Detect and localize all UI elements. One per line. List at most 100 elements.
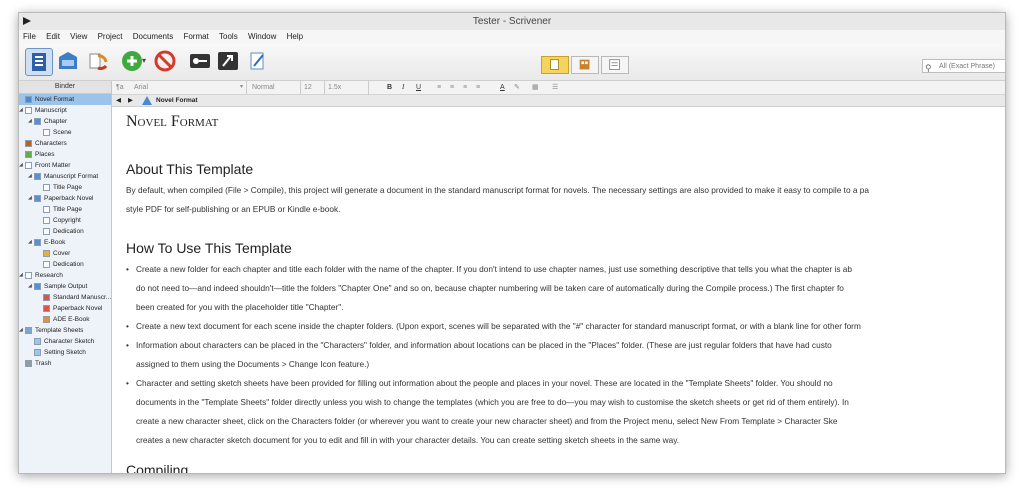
quick-reference-button[interactable] bbox=[245, 48, 271, 74]
expand-triangle-icon[interactable]: ◢ bbox=[19, 325, 23, 336]
forward-arrow-icon[interactable]: ▶ bbox=[128, 95, 133, 106]
add-button[interactable] bbox=[119, 48, 142, 74]
binder-item[interactable]: ◢ Manuscript Format bbox=[19, 171, 111, 182]
binder-item[interactable]: Standard Manuscr... bbox=[19, 292, 111, 303]
binder-item[interactable]: ◢ Research bbox=[19, 270, 111, 281]
menu-file[interactable]: File bbox=[19, 30, 40, 44]
align-center-icon[interactable]: ≡ bbox=[450, 81, 454, 94]
style-selector[interactable]: ¶a bbox=[116, 81, 124, 94]
underline-button[interactable]: U bbox=[416, 81, 421, 94]
binder-item[interactable]: Places bbox=[19, 149, 111, 160]
binder-item[interactable]: Character Sketch bbox=[19, 336, 111, 347]
align-right-icon[interactable]: ≡ bbox=[463, 81, 467, 94]
binder-item[interactable]: ◢ E-Book bbox=[19, 237, 111, 248]
binder-item[interactable]: Trash bbox=[19, 358, 111, 369]
bullet-item: Character and setting sketch sheets have… bbox=[126, 374, 1001, 450]
binder-item-label: E-Book bbox=[44, 239, 66, 246]
text-editor[interactable]: Novel Format About This Template By defa… bbox=[112, 107, 1005, 473]
about-line: style PDF for self-publishing or an EPUB… bbox=[126, 204, 341, 214]
binder-item[interactable]: Copyright bbox=[19, 215, 111, 226]
binder-item[interactable]: ◢ Chapter bbox=[19, 116, 111, 127]
line-spacing-selector[interactable]: 1.5x bbox=[328, 81, 369, 94]
list-icon[interactable]: ☰ bbox=[552, 81, 558, 94]
folder-icon bbox=[34, 283, 41, 290]
scrivener-app-icon[interactable] bbox=[22, 16, 32, 26]
menu-documents[interactable]: Documents bbox=[129, 30, 177, 44]
expand-triangle-icon[interactable]: ◢ bbox=[19, 160, 23, 171]
italic-button[interactable]: I bbox=[402, 81, 404, 94]
binder-item-label: Places bbox=[35, 151, 55, 158]
bullet-line: assigned to them using the Documents > C… bbox=[136, 359, 370, 369]
menu-project[interactable]: Project bbox=[94, 30, 127, 44]
highlight-icon[interactable]: ✎ bbox=[514, 81, 520, 94]
align-left-icon[interactable]: ≡ bbox=[437, 81, 441, 94]
search-placeholder: All (Exact Phrase) bbox=[939, 63, 996, 70]
corkboard-view-button[interactable] bbox=[571, 56, 599, 74]
add-dropdown-chevron-icon[interactable]: ▾ bbox=[142, 48, 150, 74]
font-weight-selector[interactable]: Normal bbox=[252, 81, 301, 94]
expand-triangle-icon[interactable]: ◢ bbox=[19, 270, 23, 281]
title-bar: Tester - Scrivener bbox=[19, 13, 1005, 31]
menu-view[interactable]: View bbox=[66, 30, 91, 44]
binder-item-label: Paperback Novel bbox=[53, 305, 103, 312]
bullet-item: Create a new folder for each chapter and… bbox=[126, 260, 1001, 317]
search-input[interactable]: ⚲ All (Exact Phrase) bbox=[922, 59, 1005, 75]
format-bar: ¶a Arial ▾ Normal 12 1.5x B I U ≡ ≡ ≡ ≡ … bbox=[112, 81, 1005, 95]
expand-triangle-icon[interactable]: ◢ bbox=[28, 281, 32, 292]
binder-item[interactable]: Title Page bbox=[19, 204, 111, 215]
outliner-view-button[interactable] bbox=[601, 56, 629, 74]
binder-item[interactable]: Dedication bbox=[19, 226, 111, 237]
expand-triangle-icon[interactable]: ◢ bbox=[19, 105, 23, 116]
binder-item[interactable]: ◢ Sample Output bbox=[19, 281, 111, 292]
binder-icon bbox=[32, 53, 46, 71]
back-arrow-icon[interactable]: ◀ bbox=[116, 95, 121, 106]
text-color-icon[interactable]: A bbox=[500, 81, 505, 94]
font-selector[interactable]: Arial bbox=[134, 81, 247, 94]
expand-triangle-icon[interactable]: ◢ bbox=[28, 237, 32, 248]
font-size-selector[interactable]: 12 bbox=[304, 81, 325, 94]
expand-triangle-icon[interactable]: ◢ bbox=[28, 116, 32, 127]
keywords-button[interactable] bbox=[187, 48, 213, 74]
binder-item[interactable]: ◢ Paperback Novel bbox=[19, 193, 111, 204]
menu-window[interactable]: Window bbox=[244, 30, 280, 44]
document-icon bbox=[43, 217, 50, 224]
binder-item[interactable]: ◢ Manuscript bbox=[19, 105, 111, 116]
binder-item-label: Setting Sketch bbox=[44, 349, 86, 356]
search-icon[interactable]: ⚲ bbox=[925, 61, 932, 75]
binder-item-label: Manuscript bbox=[35, 107, 67, 114]
binder-item[interactable]: Cover bbox=[19, 248, 111, 259]
menu-help[interactable]: Help bbox=[283, 30, 307, 44]
sync-button[interactable] bbox=[85, 48, 111, 74]
menu-tools[interactable]: Tools bbox=[215, 30, 242, 44]
binder-item-label: Character Sketch bbox=[44, 338, 95, 345]
novel-format-icon bbox=[25, 96, 32, 103]
binder-item-label: Title Page bbox=[53, 206, 83, 213]
bold-button[interactable]: B bbox=[387, 81, 392, 94]
front-matter-icon bbox=[25, 162, 32, 169]
binder-item-label: Template Sheets bbox=[35, 327, 84, 334]
binder-item[interactable]: Characters bbox=[19, 138, 111, 149]
binder-item-label: Chapter bbox=[44, 118, 68, 125]
expand-triangle-icon[interactable]: ◢ bbox=[28, 171, 32, 182]
binder-item[interactable]: ◢ Front Matter bbox=[19, 160, 111, 171]
align-justify-icon[interactable]: ≡ bbox=[476, 81, 480, 94]
menu-format[interactable]: Format bbox=[179, 30, 212, 44]
binder-item[interactable]: ◢ Template Sheets bbox=[19, 325, 111, 336]
binder-toggle-button[interactable] bbox=[25, 48, 53, 76]
document-view-button[interactable] bbox=[541, 56, 569, 74]
binder-item[interactable]: Setting Sketch bbox=[19, 347, 111, 358]
inspector-toggle-button[interactable] bbox=[55, 48, 81, 74]
menu-edit[interactable]: Edit bbox=[42, 30, 64, 44]
binder-item[interactable]: Scene bbox=[19, 127, 111, 138]
composition-mode-button[interactable] bbox=[215, 48, 241, 74]
expand-triangle-icon[interactable]: ◢ bbox=[28, 193, 32, 204]
binder-item[interactable]: Novel Format bbox=[19, 94, 111, 105]
table-icon[interactable]: ▦ bbox=[532, 81, 539, 94]
binder-item[interactable]: Dedication bbox=[19, 259, 111, 270]
binder-item[interactable]: Title Page bbox=[19, 182, 111, 193]
font-dropdown-chevron-icon[interactable]: ▾ bbox=[240, 81, 243, 94]
binder-item[interactable]: Paperback Novel bbox=[19, 303, 111, 314]
pdf-icon bbox=[43, 305, 50, 312]
binder-item[interactable]: ADE E-Book bbox=[19, 314, 111, 325]
delete-button[interactable] bbox=[152, 48, 178, 74]
